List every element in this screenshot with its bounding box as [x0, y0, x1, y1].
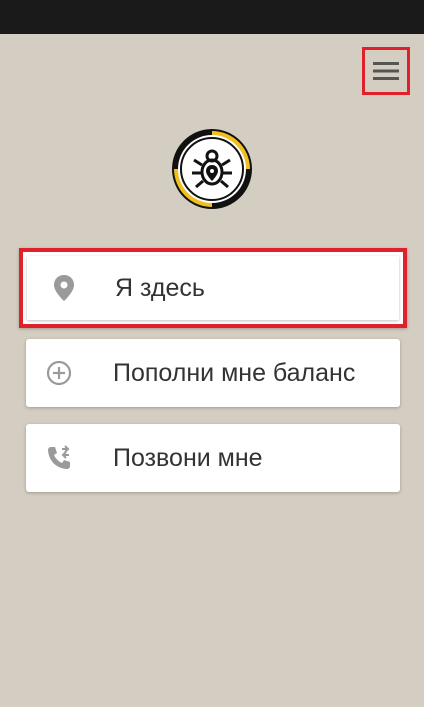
phone-forward-icon	[44, 443, 74, 473]
status-bar	[0, 0, 424, 34]
i-am-here-card[interactable]: Я здесь	[27, 256, 399, 320]
call-me-button[interactable]: Позвони мне	[26, 424, 400, 492]
top-up-balance-label: Пополни мне баланс	[113, 358, 356, 387]
hamburger-menu-icon	[373, 62, 399, 80]
app-logo	[170, 127, 254, 211]
menu-button[interactable]	[362, 47, 410, 95]
add-circle-icon	[44, 358, 74, 388]
bug-location-logo	[172, 129, 252, 209]
call-me-label: Позвони мне	[113, 443, 263, 472]
i-am-here-label: Я здесь	[115, 273, 205, 302]
i-am-here-button[interactable]: Я здесь	[19, 248, 407, 328]
location-pin-icon	[49, 273, 79, 303]
top-up-balance-button[interactable]: Пополни мне баланс	[26, 339, 400, 407]
